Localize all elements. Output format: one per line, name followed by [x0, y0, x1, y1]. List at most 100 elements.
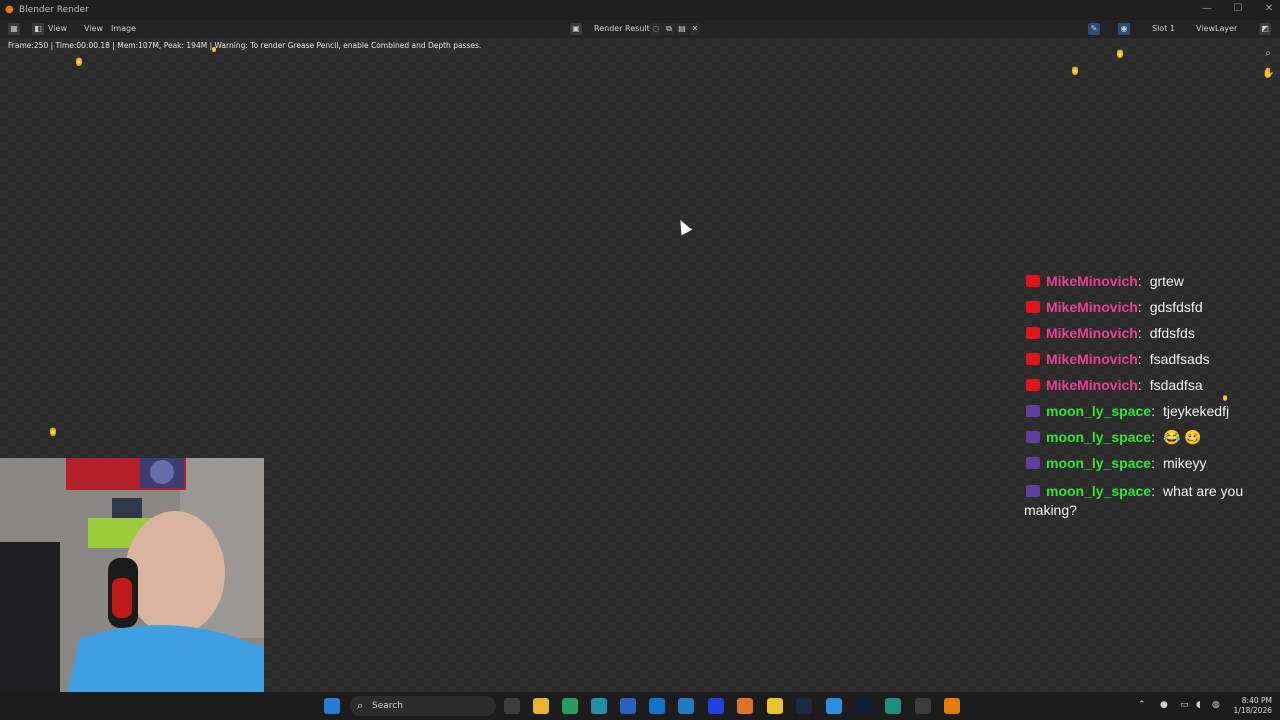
chat-username: MikeMinovich — [1046, 351, 1138, 367]
chat-text: mikeyy — [1162, 455, 1207, 471]
subscriber-badge-icon — [1026, 485, 1040, 497]
subscriber-badge-icon — [1026, 405, 1040, 417]
editor-type-icon[interactable]: ▦ — [8, 23, 20, 35]
chat-message: moon_ly_space: what are you making? — [1024, 476, 1280, 520]
render-status-text: Frame:250 | Time:00:00.18 | Mem:107M, Pe… — [8, 41, 482, 50]
overlay-icon[interactable]: ◉ — [1118, 23, 1130, 35]
chat-username: MikeMinovich — [1046, 273, 1138, 289]
chat-text: 😂 🥴 — [1162, 429, 1202, 445]
display-icon[interactable]: ▭ — [1180, 700, 1189, 710]
taskbar: ⌕ Search ⌃ ● ▭ ◖ ◍ 8:40 PM 1/18/2026 — [0, 692, 1280, 720]
file-explorer-icon[interactable] — [533, 698, 549, 714]
duplicate-image-icon[interactable]: ⧉ — [663, 23, 675, 35]
chat-message: MikeMinovich: gdsfdsfd — [1024, 294, 1280, 320]
chat-separator: : — [1151, 483, 1155, 499]
menu-image[interactable]: Image — [111, 24, 136, 33]
clock[interactable]: 8:40 PM 1/18/2026 — [1234, 696, 1272, 716]
image-browse-icon[interactable]: ▣ — [570, 23, 582, 35]
chat-separator: : — [1151, 403, 1155, 419]
chat-text: fsdadfsa — [1149, 377, 1203, 393]
network-icon[interactable]: ◍ — [1212, 700, 1220, 710]
view-layer-select[interactable]: ViewLayer — [1196, 24, 1237, 33]
chat-separator: : — [1137, 377, 1142, 393]
chat-text: grtew — [1149, 273, 1184, 289]
pan-hand-icon[interactable]: ✋ — [1262, 68, 1274, 80]
unlink-image-icon[interactable]: ✕ — [689, 23, 701, 35]
app-blue-icon[interactable] — [826, 698, 842, 714]
fake-user-icon[interactable]: ◌ — [650, 23, 662, 35]
windows-start-icon[interactable] — [324, 698, 340, 714]
chat-username: moon_ly_space — [1046, 483, 1152, 499]
chat-text: dfdsfds — [1149, 325, 1195, 341]
chat-separator: : — [1137, 273, 1142, 289]
word-icon[interactable] — [620, 698, 636, 714]
store-icon[interactable] — [562, 698, 578, 714]
clock-time: 8:40 PM — [1241, 696, 1272, 705]
chat-overlay: MikeMinovich: grtew MikeMinovich: gdsfdsfd M… — [1024, 268, 1280, 520]
photoshop-icon[interactable] — [856, 698, 872, 714]
chat-text: tjeykekedfj — [1162, 403, 1230, 419]
chat-text: gdsfdsfd — [1149, 299, 1203, 315]
vscode-icon[interactable] — [678, 698, 694, 714]
open-folder-icon[interactable]: ▤ — [676, 23, 688, 35]
chat-username: moon_ly_space — [1046, 429, 1152, 445]
chat-separator: : — [1151, 429, 1155, 445]
chat-username: MikeMinovich — [1046, 377, 1138, 393]
flame-particle — [1117, 48, 1123, 58]
steam-icon[interactable] — [796, 698, 812, 714]
window-title: Blender Render — [19, 5, 89, 15]
browser-icon[interactable] — [885, 698, 901, 714]
menu-view-1[interactable]: View — [48, 24, 67, 33]
zoom-icon[interactable]: ⌕ — [1262, 48, 1274, 60]
chat-message: moon_ly_space: mikeyy — [1024, 450, 1280, 476]
slot-select[interactable]: Slot 1 — [1152, 24, 1175, 33]
notes-icon[interactable] — [767, 698, 783, 714]
chat-username: moon_ly_space — [1046, 403, 1152, 419]
chat-message: moon_ly_space: tjeykekedfj — [1024, 398, 1280, 424]
chat-message: MikeMinovich: fsadfsads — [1024, 346, 1280, 372]
microphone-icon[interactable]: ● — [1160, 700, 1168, 710]
chat-message: MikeMinovich: grtew — [1024, 268, 1280, 294]
obs-icon[interactable] — [915, 698, 931, 714]
subscriber-badge-icon — [1026, 457, 1040, 469]
edge-icon[interactable] — [591, 698, 607, 714]
broadcaster-badge-icon — [1026, 379, 1040, 391]
menu-view-2[interactable]: View — [84, 24, 103, 33]
volume-icon[interactable]: ◖ — [1196, 700, 1201, 710]
chat-username: moon_ly_space — [1046, 455, 1152, 471]
minimize-icon[interactable]: — — [1200, 3, 1214, 14]
broadcaster-badge-icon — [1026, 301, 1040, 313]
taskbar-search[interactable]: ⌕ Search — [350, 696, 496, 716]
app-orange-icon[interactable] — [737, 698, 753, 714]
chat-text: fsadfsads — [1149, 351, 1210, 367]
flame-particle — [1072, 65, 1078, 75]
sample-tool-icon[interactable]: ✎ — [1088, 23, 1100, 35]
flame-particle — [76, 56, 82, 66]
chat-separator: : — [1151, 455, 1155, 471]
subscriber-badge-icon — [1026, 431, 1040, 443]
display-channels-icon[interactable]: ◩ — [1259, 23, 1271, 35]
tray-chevron-icon[interactable]: ⌃ — [1138, 700, 1146, 710]
blender-logo-icon: ● — [5, 4, 14, 15]
chat-username: MikeMinovich — [1046, 299, 1138, 315]
maximize-icon[interactable]: ☐ — [1231, 3, 1245, 14]
broadcaster-badge-icon — [1026, 353, 1040, 365]
clock-date: 1/18/2026 — [1233, 706, 1272, 715]
task-view-icon[interactable] — [504, 698, 520, 714]
search-icon: ⌕ — [357, 699, 364, 712]
broadcaster-badge-icon — [1026, 327, 1040, 339]
flame-particle — [50, 426, 56, 436]
title-bar: ● Blender Render — ☐ ✕ — [0, 0, 1280, 20]
chat-username: MikeMinovich — [1046, 325, 1138, 341]
image-name-field[interactable]: Render Result — [594, 24, 650, 33]
webcam-feed — [0, 458, 264, 720]
view-mode-icon[interactable]: ◧ — [32, 23, 44, 35]
blender-icon[interactable] — [944, 698, 960, 714]
webcam-image — [0, 458, 264, 720]
chat-message: MikeMinovich: dfdsfds — [1024, 320, 1280, 346]
outlook-icon[interactable] — [649, 698, 665, 714]
close-icon[interactable]: ✕ — [1262, 3, 1276, 14]
chat-separator: : — [1137, 325, 1142, 341]
search-label: Search — [372, 701, 403, 711]
discord-icon[interactable] — [708, 698, 724, 714]
